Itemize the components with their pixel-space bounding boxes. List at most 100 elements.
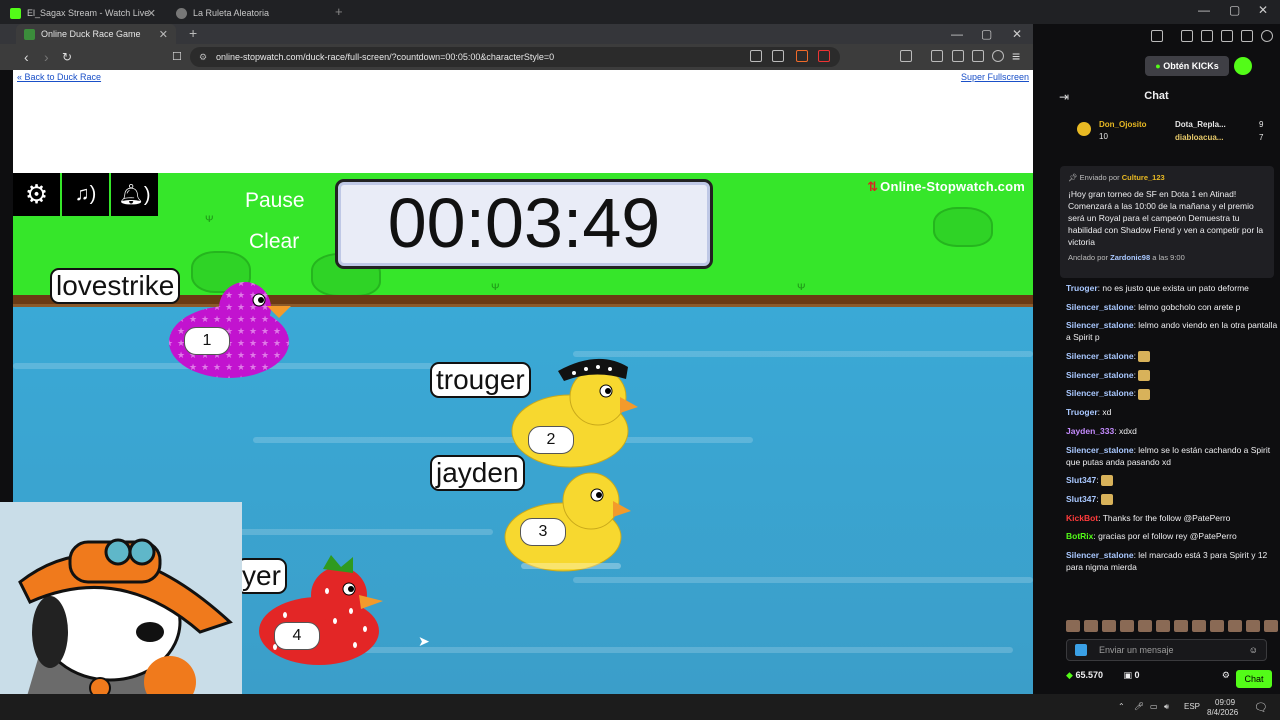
url-input[interactable]: ⚙ online-stopwatch.com/duck-race/full-sc…	[190, 47, 840, 67]
wave	[253, 437, 753, 443]
music-icon[interactable]: ♫)	[62, 173, 109, 216]
emote-icon[interactable]	[1246, 620, 1260, 632]
brave-shield-icon[interactable]	[796, 50, 808, 62]
leo-icon[interactable]	[972, 50, 984, 62]
maximize-icon[interactable]: ▢	[1229, 3, 1240, 17]
new-tab-icon[interactable]: +	[189, 25, 197, 41]
chat-username[interactable]: Silencer_stalone	[1066, 550, 1134, 560]
chat-username[interactable]: Silencer_stalone	[1066, 388, 1134, 398]
chat-username[interactable]: BotRix	[1066, 531, 1093, 541]
chat-username[interactable]: Jayden_333	[1066, 426, 1114, 436]
toolbar-icon[interactable]	[1181, 30, 1193, 42]
new-tab-icon[interactable]: +	[335, 4, 343, 19]
emote-icon[interactable]	[1192, 620, 1206, 632]
share-icon[interactable]	[772, 50, 784, 62]
back-icon[interactable]: ‹	[24, 49, 29, 65]
tab-ruleta[interactable]: La Ruleta Aleatoria	[168, 2, 338, 24]
microphone-icon[interactable]: 🎤︎	[1134, 702, 1144, 711]
chat-username[interactable]: KickBot	[1066, 513, 1098, 523]
emote-icon[interactable]	[1084, 620, 1098, 632]
pinned-footer: Anclado por Zardonic98 a las 9:00	[1068, 252, 1266, 264]
chevron-up-icon[interactable]: ⌃	[1118, 702, 1125, 711]
chat-username[interactable]: Silencer_stalone	[1066, 445, 1134, 455]
sidebar-icon[interactable]	[931, 50, 943, 62]
bell-sound-icon[interactable]: 🔔︎)	[111, 173, 158, 216]
emote-icon[interactable]	[1210, 620, 1224, 632]
reload-icon[interactable]: ↻	[62, 50, 72, 64]
pinned-author[interactable]: Culture_123	[1122, 173, 1165, 182]
toolbar-icon[interactable]	[1241, 30, 1253, 42]
emote-icon[interactable]	[1264, 620, 1278, 632]
pinned-header: 📌︎ Enviado por Culture_123	[1068, 172, 1266, 184]
extension-icon[interactable]	[900, 50, 912, 62]
vpn-icon[interactable]	[992, 50, 1004, 62]
clock-time[interactable]: 09:09	[1215, 698, 1235, 707]
back-to-duck-race-link[interactable]: « Back to Duck Race	[17, 72, 101, 82]
chat-username[interactable]: Slut347	[1066, 475, 1096, 485]
pause-button[interactable]: Pause	[245, 189, 305, 213]
user-avatar[interactable]	[1234, 57, 1252, 75]
chat-text: no es justo que exista un pato deforme	[1102, 283, 1249, 293]
top-user-name[interactable]: Don_Ojosito	[1099, 120, 1147, 129]
wallet-icon[interactable]	[952, 50, 964, 62]
emote-icon[interactable]	[1120, 620, 1134, 632]
emote-icon[interactable]	[1228, 620, 1242, 632]
network-icon[interactable]: ▭	[1150, 702, 1158, 711]
toolbar-icon[interactable]	[1201, 30, 1213, 42]
grass-tuft: ᴪ	[491, 279, 500, 293]
close-icon[interactable]: ✕	[159, 28, 168, 41]
pinned-by-user[interactable]: Zardonic98	[1110, 253, 1150, 262]
obtain-kicks-label: Obtén KICKs	[1163, 61, 1219, 71]
minimize-icon[interactable]: —	[951, 27, 963, 41]
gift-icon[interactable]: ▣	[1123, 670, 1132, 680]
rewards-icon[interactable]	[818, 50, 830, 62]
chat-footer: ◆ 65.570 ▣ 0 ⚙ Chat	[1066, 670, 1278, 688]
emote-icon[interactable]	[1102, 620, 1116, 632]
chat-username[interactable]: Silencer_stalone	[1066, 351, 1134, 361]
chat-username[interactable]: Truoger	[1066, 283, 1098, 293]
settings-icon[interactable]: ⚙	[1222, 670, 1230, 681]
chat-username[interactable]: Truoger	[1066, 407, 1098, 417]
chat-username[interactable]: Silencer_stalone	[1066, 320, 1134, 330]
tab-stream[interactable]: El_Sagax Stream - Watch Live ✕	[2, 2, 164, 24]
clock-date[interactable]: 8/4/2026	[1207, 708, 1238, 717]
chat-username[interactable]: Silencer_stalone	[1066, 370, 1134, 380]
profile-icon[interactable]	[1261, 30, 1273, 42]
grass-tuft: ᴪ	[797, 279, 806, 293]
chat-username[interactable]: Slut347	[1066, 494, 1096, 504]
language-indicator[interactable]: ESP	[1184, 702, 1200, 711]
chat-message-input[interactable]: Enviar un mensaje ☺	[1066, 639, 1267, 661]
menu-icon[interactable]: ≡	[1012, 48, 1020, 64]
settings-gear-icon[interactable]: ⚙	[13, 173, 60, 216]
maximize-icon[interactable]: ▢	[981, 27, 992, 41]
emote-icon[interactable]	[1174, 620, 1188, 632]
close-window-icon[interactable]: ✕	[1012, 27, 1022, 41]
site-info-icon: ⚙	[199, 52, 208, 62]
bookmark-icon[interactable]: ☐	[172, 50, 182, 63]
online-stopwatch-logo[interactable]: ⇅ Online-Stopwatch.com	[867, 179, 1025, 195]
chat-message: Jayden_333: xdxd	[1066, 425, 1137, 436]
notifications-icon[interactable]: 🗨︎	[1254, 701, 1268, 714]
close-window-icon[interactable]: ✕	[1258, 3, 1268, 17]
emoji-icon[interactable]: ☺	[1249, 640, 1258, 660]
emote-icon[interactable]	[1138, 620, 1152, 632]
top-user-name[interactable]: Dota_Repla...	[1175, 120, 1226, 129]
chat-send-button[interactable]: Chat	[1236, 670, 1272, 688]
top-user-name[interactable]: diabloacua...	[1175, 133, 1223, 142]
forward-icon[interactable]: ›	[44, 49, 49, 65]
emote-icon[interactable]	[1156, 620, 1170, 632]
toolbar-icon[interactable]	[1151, 30, 1163, 42]
emote-icon[interactable]	[1066, 620, 1080, 632]
clear-button[interactable]: Clear	[249, 230, 299, 254]
translate-icon[interactable]	[750, 50, 762, 62]
tab-duck-race[interactable]: Online Duck Race Game ✕	[16, 24, 176, 44]
chat-username[interactable]: Silencer_stalone	[1066, 302, 1134, 312]
close-icon[interactable]: ✕	[147, 7, 156, 20]
chat-message: BotRix: gracias por el follow rey @PateP…	[1066, 531, 1237, 542]
minimize-icon[interactable]: —	[1198, 3, 1210, 17]
countdown-timer: 00:03:49	[335, 179, 713, 269]
super-fullscreen-link[interactable]: Super Fullscreen	[961, 72, 1029, 82]
obtain-kicks-button[interactable]: ● Obtén KICKs	[1145, 56, 1229, 76]
toolbar-icon[interactable]	[1221, 30, 1233, 42]
volume-icon[interactable]: 🔊︎	[1164, 702, 1169, 712]
